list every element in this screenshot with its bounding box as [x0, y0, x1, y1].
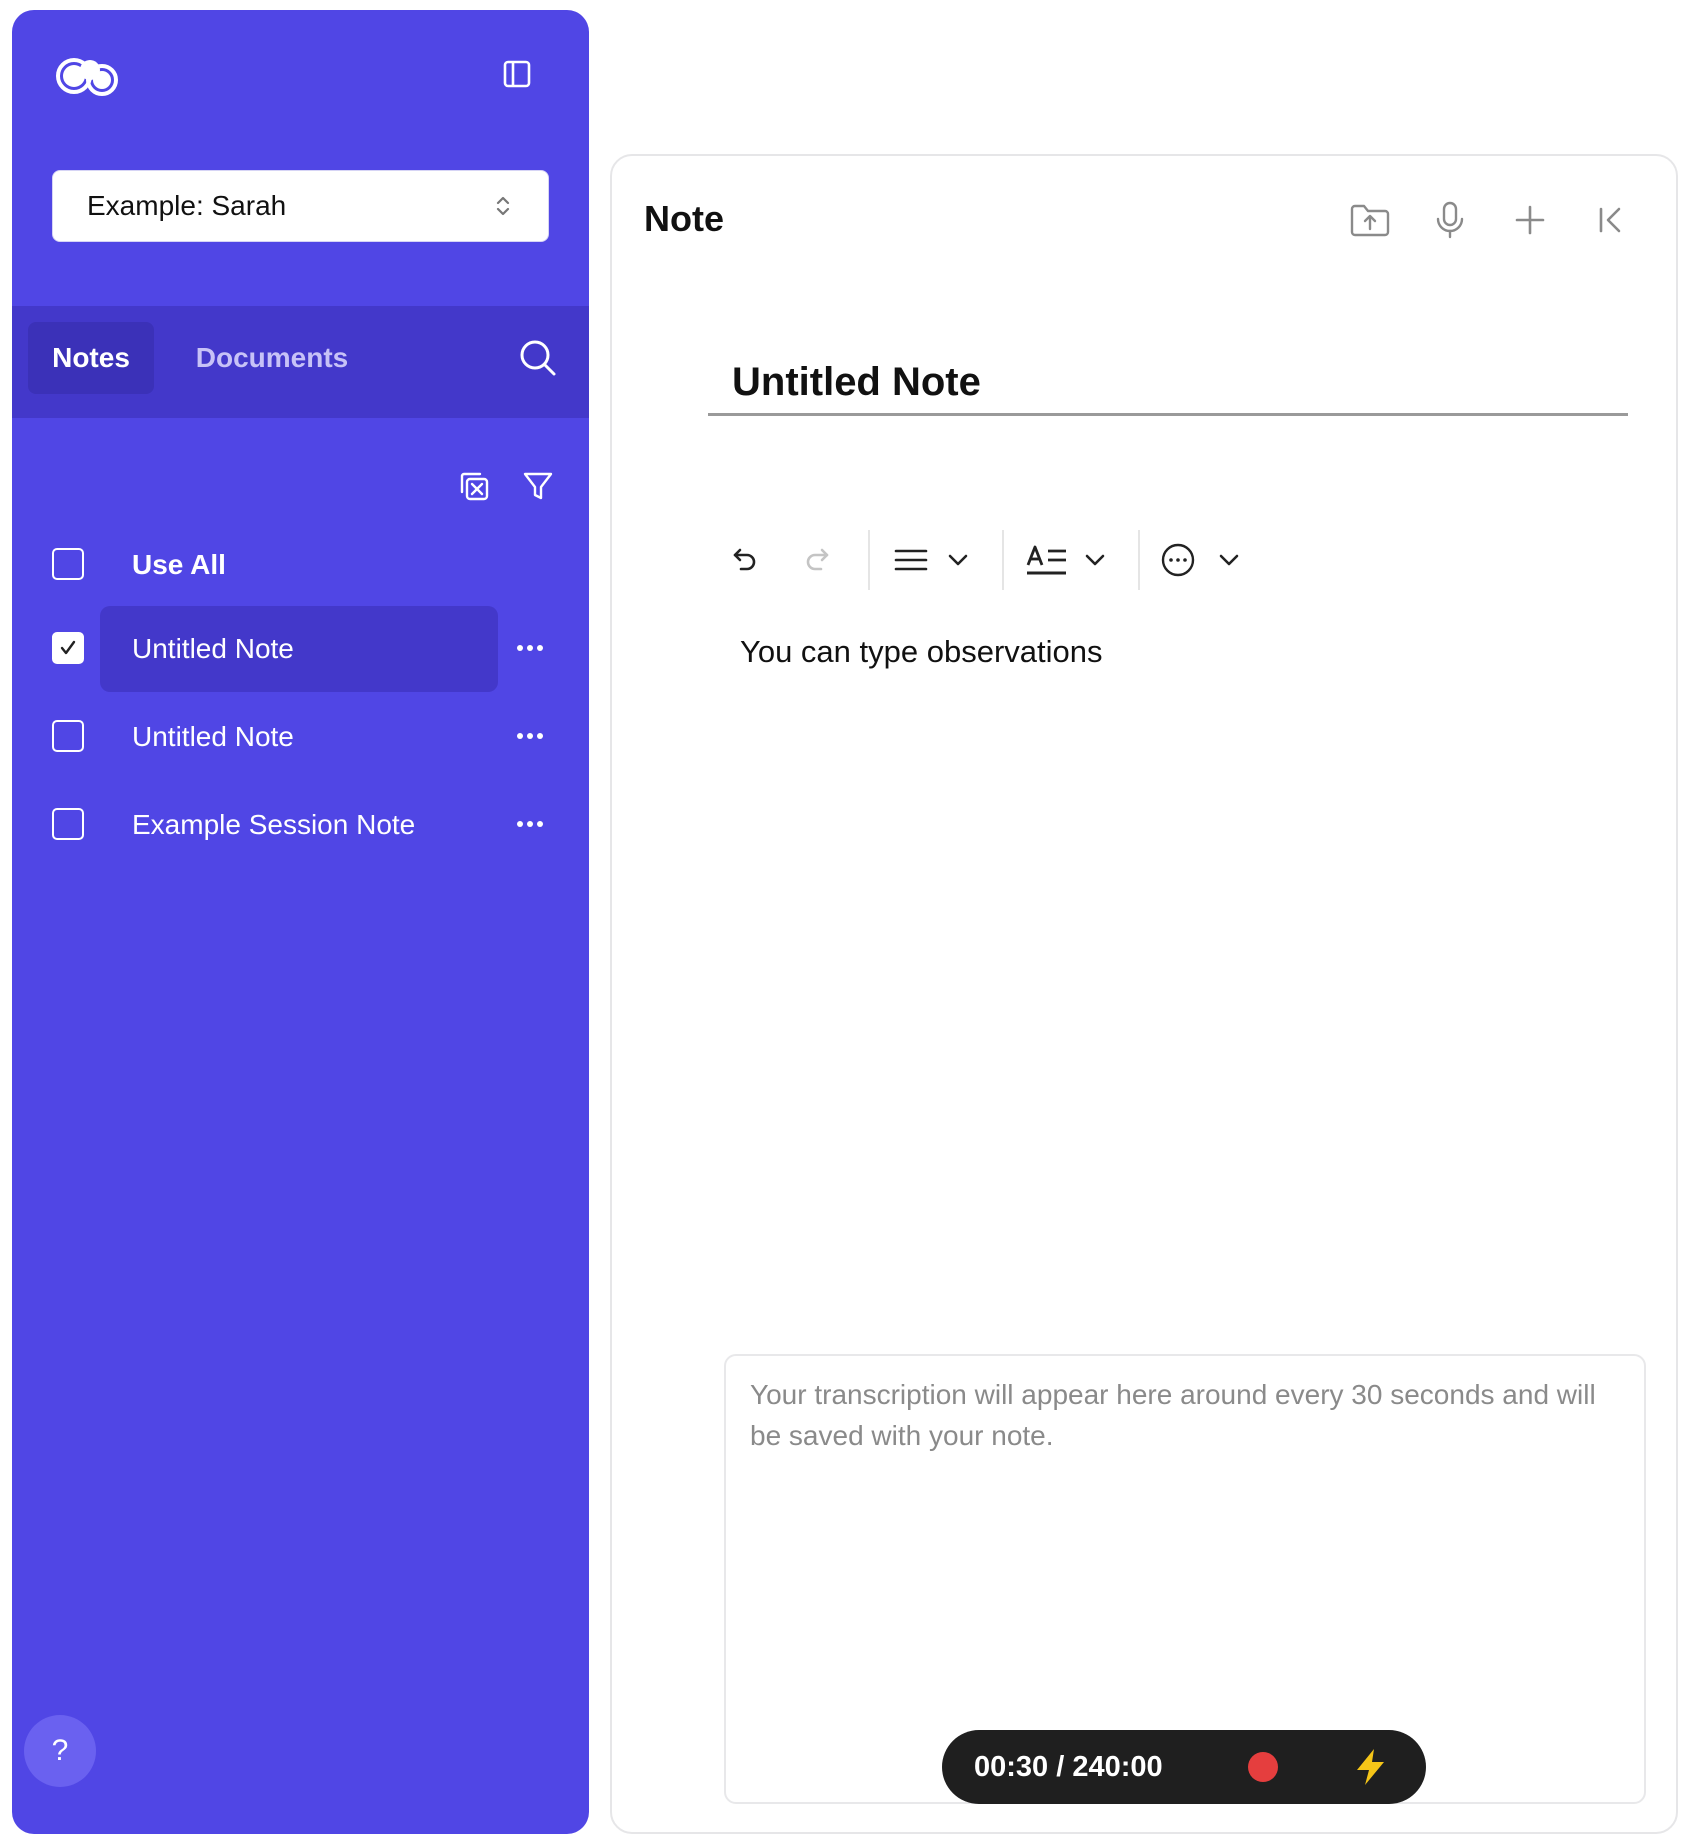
toolbar-divider — [1002, 530, 1004, 590]
sidebar: Example: Sarah Notes Documents Use All U… — [12, 10, 589, 1834]
more-circle-icon — [1161, 543, 1195, 577]
upload-button[interactable] — [1348, 198, 1392, 242]
search-icon[interactable] — [516, 336, 560, 380]
text-style-icon — [1026, 545, 1066, 575]
sidebar-panel-icon — [503, 60, 531, 88]
plus-icon — [1515, 205, 1545, 235]
microphone-icon — [1436, 201, 1464, 239]
chevron-down-icon — [948, 554, 968, 566]
sidebar-tabbar: Notes Documents — [12, 306, 589, 418]
filter-icon — [523, 472, 553, 500]
client-select-value: Example: Sarah — [87, 190, 287, 221]
chevron-down-icon — [1085, 554, 1105, 566]
note-checkbox[interactable] — [52, 720, 84, 752]
note-item-label[interactable]: Untitled Note — [100, 606, 498, 692]
collapse-left-icon — [1599, 207, 1621, 233]
copy-x-icon — [460, 472, 489, 501]
alignment-dropdown[interactable] — [888, 536, 978, 584]
toolbar-divider — [1138, 530, 1140, 590]
note-title-input[interactable] — [708, 352, 1628, 416]
note-panel: Note Untitled Note You can type observat… — [610, 154, 1678, 1834]
collapse-panel-button[interactable] — [1588, 198, 1632, 242]
editor-toolbar — [720, 530, 1280, 590]
use-all-checkbox[interactable] — [52, 548, 84, 580]
more-options-button[interactable] — [512, 720, 548, 752]
redo-button[interactable] — [798, 536, 842, 584]
undo-button[interactable] — [720, 536, 764, 584]
redo-icon — [806, 548, 829, 571]
text-style-dropdown[interactable] — [1018, 536, 1116, 584]
note-item-label[interactable]: Untitled Note — [100, 694, 498, 780]
recorder-bar: 00:30 / 240:00 — [942, 1730, 1426, 1804]
app-logo — [56, 58, 118, 96]
note-item-label[interactable]: Example Session Note — [100, 782, 498, 868]
filter-button[interactable] — [516, 464, 560, 508]
clear-selection-button[interactable] — [452, 464, 496, 508]
list-item-use-all: Use All — [12, 522, 589, 608]
tab-notes[interactable]: Notes — [28, 322, 154, 394]
list-item: Example Session Note — [12, 782, 589, 868]
folder-upload-icon — [1350, 204, 1390, 237]
more-options-button[interactable] — [512, 808, 548, 840]
more-options-dropdown[interactable] — [1152, 536, 1252, 584]
more-horizontal-icon — [517, 645, 543, 651]
note-body-editor[interactable]: You can type observations — [740, 634, 1103, 670]
panel-title: Note — [644, 198, 724, 239]
recording-timer: 00:30 / 240:00 — [974, 1750, 1163, 1783]
check-icon — [60, 640, 76, 655]
note-checkbox[interactable] — [52, 632, 84, 664]
note-checkbox[interactable] — [52, 808, 84, 840]
chevron-up-down-icon — [496, 196, 510, 216]
record-button[interactable] — [1428, 198, 1472, 242]
sidebar-toggle-button[interactable] — [498, 55, 536, 93]
help-button[interactable]: ? — [24, 1715, 96, 1787]
more-horizontal-icon — [517, 733, 543, 739]
align-icon — [894, 549, 928, 571]
tab-documents[interactable]: Documents — [172, 322, 372, 394]
toolbar-divider — [868, 530, 870, 590]
new-note-button[interactable] — [1508, 198, 1552, 242]
client-select[interactable]: Example: Sarah — [52, 170, 549, 242]
record-dot-button[interactable] — [1248, 1752, 1278, 1782]
chevron-down-icon — [1219, 554, 1239, 566]
list-item: Untitled Note — [12, 606, 589, 692]
more-horizontal-icon — [517, 821, 543, 827]
more-options-button[interactable] — [512, 632, 548, 664]
undo-icon — [733, 548, 756, 571]
list-item: Untitled Note — [12, 694, 589, 780]
use-all-label[interactable]: Use All — [100, 522, 498, 608]
lightning-bolt-icon[interactable] — [1350, 1746, 1392, 1788]
